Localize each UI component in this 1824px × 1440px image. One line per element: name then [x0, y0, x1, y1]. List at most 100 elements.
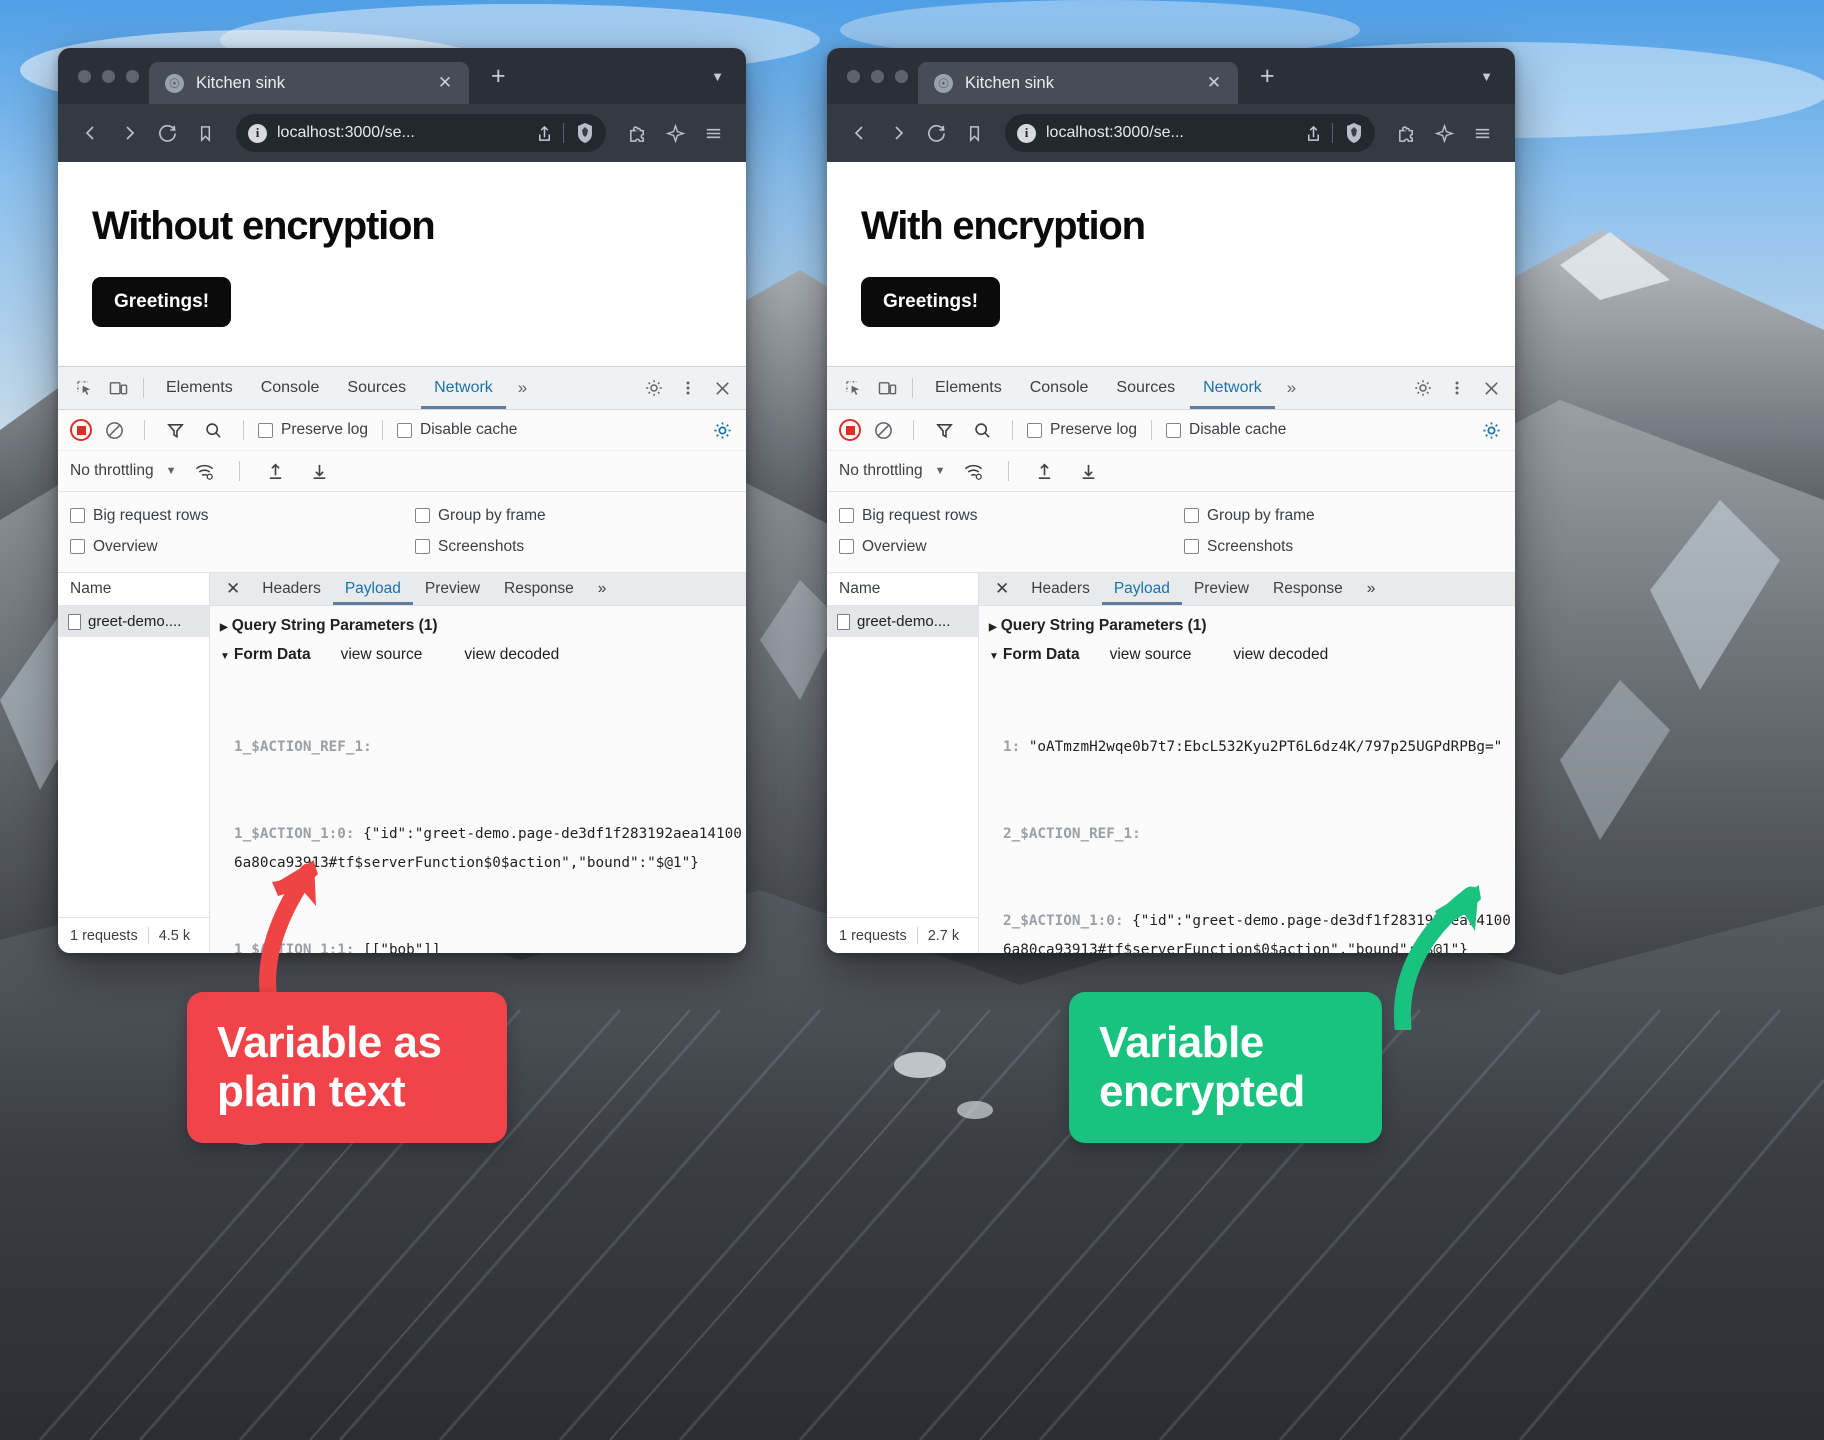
extensions-icon[interactable]	[620, 116, 654, 150]
devtools-tab-network[interactable]: Network	[1190, 367, 1275, 409]
chevron-down-icon[interactable]: ▼	[1480, 69, 1493, 84]
caret-down-icon[interactable]: ▼	[989, 651, 999, 662]
chevron-double-right-icon[interactable]: »	[508, 367, 537, 409]
big-request-rows-checkbox[interactable]: Big request rows	[70, 507, 415, 525]
download-har-icon[interactable]	[303, 456, 335, 486]
address-bar[interactable]: i localhost:3000/se...	[236, 114, 606, 152]
sparkle-icon[interactable]	[658, 116, 692, 150]
detail-tab-response[interactable]: Response	[492, 573, 586, 605]
forward-arrow-icon[interactable]	[112, 116, 146, 150]
disable-cache-checkbox[interactable]: Disable cache	[1166, 421, 1286, 439]
upload-har-icon[interactable]	[259, 456, 291, 486]
detail-tab-headers[interactable]: Headers	[250, 573, 333, 605]
more-vertical-icon[interactable]	[672, 373, 704, 403]
table-row[interactable]: greet-demo....	[827, 606, 978, 637]
brave-lion-icon[interactable]	[574, 121, 596, 145]
download-har-icon[interactable]	[1072, 456, 1104, 486]
plus-icon[interactable]: +	[1260, 62, 1275, 91]
group-by-frame-checkbox[interactable]: Group by frame	[1184, 507, 1315, 525]
info-icon[interactable]: i	[248, 123, 267, 143]
upload-har-icon[interactable]	[1028, 456, 1060, 486]
share-icon[interactable]	[1305, 124, 1322, 143]
screenshots-checkbox[interactable]: Screenshots	[1184, 538, 1293, 556]
forward-arrow-icon[interactable]	[881, 116, 915, 150]
table-row[interactable]: greet-demo....	[58, 606, 209, 637]
gear-icon[interactable]	[1407, 373, 1439, 403]
chevron-double-right-icon[interactable]: »	[1355, 573, 1388, 605]
info-icon[interactable]: i	[1017, 123, 1036, 143]
chevron-down-icon[interactable]: ▼	[711, 69, 724, 84]
chevron-double-right-icon[interactable]: »	[1277, 367, 1306, 409]
search-icon[interactable]	[197, 415, 229, 445]
devtools-tab-elements[interactable]: Elements	[922, 367, 1015, 409]
search-icon[interactable]	[966, 415, 998, 445]
bookmark-icon[interactable]	[188, 116, 222, 150]
gear-icon[interactable]	[1475, 415, 1507, 445]
close-icon[interactable]: ✕	[1204, 73, 1224, 93]
throttle-value[interactable]: No throttling	[839, 462, 923, 480]
close-window-button[interactable]	[847, 69, 860, 83]
view-decoded-link[interactable]: view decoded	[1233, 646, 1328, 664]
close-icon[interactable]: ✕	[214, 573, 250, 605]
throttle-value[interactable]: No throttling	[70, 462, 154, 480]
inspect-element-icon[interactable]	[837, 373, 869, 403]
query-string-section[interactable]: ▶ Query String Parameters (1)	[220, 617, 746, 635]
query-string-section[interactable]: ▶ Query String Parameters (1)	[989, 617, 1515, 635]
record-stop-icon[interactable]	[839, 419, 861, 441]
clear-icon[interactable]	[867, 415, 899, 445]
minimize-window-button[interactable]	[102, 69, 115, 83]
close-icon[interactable]: ✕	[983, 573, 1019, 605]
view-decoded-link[interactable]: view decoded	[464, 646, 559, 664]
caret-down-icon[interactable]: ▼	[220, 651, 230, 662]
big-request-rows-checkbox[interactable]: Big request rows	[839, 507, 1184, 525]
detail-tab-preview[interactable]: Preview	[413, 573, 492, 605]
disable-cache-checkbox[interactable]: Disable cache	[397, 421, 517, 439]
detail-tab-payload[interactable]: Payload	[1102, 573, 1182, 605]
device-toolbar-icon[interactable]	[871, 373, 903, 403]
devtools-tab-sources[interactable]: Sources	[334, 367, 419, 409]
preserve-log-checkbox[interactable]: Preserve log	[1027, 421, 1137, 439]
group-by-frame-checkbox[interactable]: Group by frame	[415, 507, 546, 525]
screenshots-checkbox[interactable]: Screenshots	[415, 538, 524, 556]
plus-icon[interactable]: +	[491, 62, 506, 91]
inspect-element-icon[interactable]	[68, 373, 100, 403]
device-toolbar-icon[interactable]	[102, 373, 134, 403]
chevron-down-icon[interactable]: ▼	[935, 465, 946, 477]
chevron-down-icon[interactable]: ▼	[166, 465, 177, 477]
clear-icon[interactable]	[98, 415, 130, 445]
detail-tab-preview[interactable]: Preview	[1182, 573, 1261, 605]
hamburger-menu-icon[interactable]	[696, 116, 730, 150]
window-traffic-lights[interactable]	[839, 69, 918, 83]
filter-icon[interactable]	[928, 415, 960, 445]
minimize-window-button[interactable]	[871, 69, 884, 83]
close-icon[interactable]	[1475, 373, 1507, 403]
reload-icon[interactable]	[919, 116, 953, 150]
browser-tab[interactable]: ☉ Kitchen sink ✕	[918, 62, 1238, 104]
devtools-tab-console[interactable]: Console	[1017, 367, 1102, 409]
devtools-tab-sources[interactable]: Sources	[1103, 367, 1188, 409]
wifi-settings-icon[interactable]	[957, 456, 989, 486]
detail-tab-response[interactable]: Response	[1261, 573, 1355, 605]
reload-icon[interactable]	[150, 116, 184, 150]
preserve-log-checkbox[interactable]: Preserve log	[258, 421, 368, 439]
close-window-button[interactable]	[78, 69, 91, 83]
gear-icon[interactable]	[706, 415, 738, 445]
maximize-window-button[interactable]	[126, 69, 139, 83]
greetings-button[interactable]: Greetings!	[92, 277, 232, 327]
devtools-tab-console[interactable]: Console	[248, 367, 333, 409]
window-traffic-lights[interactable]	[70, 69, 149, 83]
close-icon[interactable]: ✕	[435, 73, 455, 93]
wifi-settings-icon[interactable]	[188, 456, 220, 486]
view-source-link[interactable]: view source	[1110, 646, 1192, 664]
detail-tab-headers[interactable]: Headers	[1019, 573, 1102, 605]
address-bar[interactable]: i localhost:3000/se...	[1005, 114, 1375, 152]
back-arrow-icon[interactable]	[843, 116, 877, 150]
more-vertical-icon[interactable]	[1441, 373, 1473, 403]
bookmark-icon[interactable]	[957, 116, 991, 150]
sparkle-icon[interactable]	[1427, 116, 1461, 150]
record-stop-icon[interactable]	[70, 419, 92, 441]
filter-icon[interactable]	[159, 415, 191, 445]
close-icon[interactable]	[706, 373, 738, 403]
overview-checkbox[interactable]: Overview	[70, 538, 415, 556]
hamburger-menu-icon[interactable]	[1465, 116, 1499, 150]
